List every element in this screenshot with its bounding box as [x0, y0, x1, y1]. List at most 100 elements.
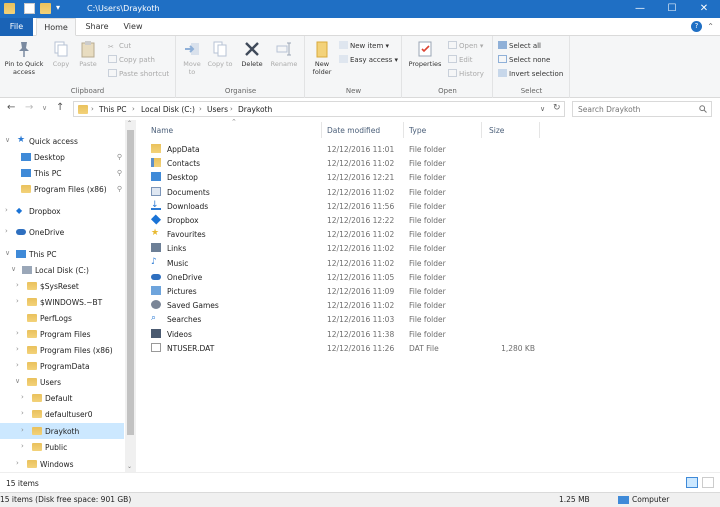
- new-item-button[interactable]: New item ▾: [339, 41, 389, 52]
- nav-scrollbar[interactable]: ⌃ ⌄: [125, 120, 136, 472]
- nav-folder-windows-bt[interactable]: › $WINDOWS.~BT: [0, 294, 124, 310]
- tab-share[interactable]: Share: [80, 18, 114, 36]
- nav-onedrive[interactable]: › OneDrive: [0, 224, 124, 240]
- breadcrumb-separator-icon[interactable]: ›: [132, 105, 135, 113]
- column-header-date[interactable]: Date modified: [327, 126, 380, 135]
- large-icons-view-icon[interactable]: [702, 477, 714, 488]
- nav-this-pc-pinned[interactable]: This PC ⚲: [0, 165, 124, 181]
- file-row[interactable]: Desktop 12/12/2016 12:21 File folder: [147, 170, 547, 184]
- nav-local-disk[interactable]: ∨ Local Disk (C:): [0, 262, 124, 278]
- help-icon[interactable]: ?: [691, 21, 702, 32]
- file-row[interactable]: Contacts 12/12/2016 11:02 File folder: [147, 156, 547, 170]
- file-row[interactable]: OneDrive 12/12/2016 11:05 File folder: [147, 270, 547, 284]
- select-all-button[interactable]: Select all: [498, 41, 541, 52]
- search-box[interactable]: [572, 101, 712, 117]
- nav-folder-users[interactable]: ∨ Users: [0, 374, 124, 390]
- search-input[interactable]: [578, 103, 698, 115]
- select-none-button[interactable]: Select none: [498, 55, 550, 66]
- file-row[interactable]: NTUSER.DAT 12/12/2016 11:26 DAT File 1,280 …: [147, 341, 547, 355]
- chevron-right-icon[interactable]: ›: [21, 409, 24, 417]
- chevron-down-icon[interactable]: ∨: [5, 136, 10, 144]
- nav-this-pc[interactable]: ∨ This PC: [0, 246, 124, 262]
- minimize-button[interactable]: —: [624, 0, 656, 18]
- maximize-button[interactable]: ☐: [656, 0, 688, 18]
- move-to-button[interactable]: Move to: [179, 40, 205, 76]
- chevron-right-icon[interactable]: ›: [16, 361, 19, 369]
- ribbon-collapse-icon[interactable]: ⌃: [707, 22, 714, 31]
- address-dropdown-icon[interactable]: ∨: [540, 105, 545, 113]
- details-view-icon[interactable]: [686, 477, 698, 488]
- cut-button[interactable]: ✂ Cut: [108, 41, 131, 52]
- properties-button[interactable]: Properties: [405, 40, 445, 68]
- file-row[interactable]: Pictures 12/12/2016 11:09 File folder: [147, 284, 547, 298]
- rename-button[interactable]: Rename: [269, 40, 299, 68]
- pin-quick-access-button[interactable]: Pin to Quick access: [2, 40, 46, 76]
- scroll-down-icon[interactable]: ⌄: [127, 463, 132, 470]
- history-button[interactable]: History: [448, 69, 484, 80]
- up-arrow-icon[interactable]: ↑: [56, 102, 64, 113]
- recent-locations-icon[interactable]: ∨: [42, 104, 47, 112]
- file-row[interactable]: Dropbox 12/12/2016 12:22 File folder: [147, 213, 547, 227]
- column-divider[interactable]: [539, 122, 540, 138]
- column-header-size[interactable]: Size: [489, 126, 504, 135]
- nav-folder-windows[interactable]: › Windows: [0, 456, 124, 472]
- column-divider[interactable]: [321, 122, 322, 138]
- file-row[interactable]: ↓ Downloads 12/12/2016 11:56 File folder: [147, 199, 547, 213]
- column-header-name[interactable]: Name: [151, 126, 173, 135]
- chevron-down-icon[interactable]: ∨: [15, 377, 20, 385]
- chevron-right-icon[interactable]: ›: [5, 206, 8, 214]
- nav-program-files-x86-pinned[interactable]: Program Files (x86) ⚲: [0, 181, 124, 197]
- tab-file[interactable]: File: [0, 18, 33, 36]
- nav-folder-perflogs[interactable]: PerfLogs: [0, 310, 124, 326]
- search-icon[interactable]: [699, 105, 707, 113]
- column-header-type[interactable]: Type: [409, 126, 426, 135]
- nav-folder-draykoth[interactable]: › Draykoth: [0, 423, 124, 439]
- breadcrumb-separator-icon[interactable]: ›: [91, 105, 94, 113]
- chevron-right-icon[interactable]: ›: [5, 227, 8, 235]
- close-button[interactable]: ✕: [688, 0, 720, 18]
- file-row[interactable]: Documents 12/12/2016 11:02 File folder: [147, 185, 547, 199]
- delete-button[interactable]: Delete: [239, 40, 265, 68]
- chevron-right-icon[interactable]: ›: [16, 345, 19, 353]
- nav-folder-defaultuser0[interactable]: › defaultuser0: [0, 406, 124, 422]
- chevron-right-icon[interactable]: ›: [16, 329, 19, 337]
- tab-home[interactable]: Home: [36, 18, 76, 36]
- chevron-right-icon[interactable]: ›: [16, 459, 19, 467]
- breadcrumb-users[interactable]: Users: [207, 105, 228, 114]
- breadcrumb-draykoth[interactable]: Draykoth: [238, 105, 272, 114]
- chevron-right-icon[interactable]: ›: [21, 426, 24, 434]
- chevron-right-icon[interactable]: ›: [21, 442, 24, 450]
- tab-view[interactable]: View: [117, 18, 149, 36]
- breadcrumb-separator-icon[interactable]: ›: [230, 105, 233, 113]
- file-row[interactable]: ★ Favourites 12/12/2016 11:02 File folder: [147, 227, 547, 241]
- new-folder-icon[interactable]: [40, 3, 51, 14]
- breadcrumb-this-pc[interactable]: This PC: [99, 105, 126, 114]
- invert-selection-button[interactable]: Invert selection: [498, 69, 563, 80]
- breadcrumb-local-disk[interactable]: Local Disk (C:): [141, 105, 195, 114]
- file-row[interactable]: Videos 12/12/2016 11:38 File folder: [147, 327, 547, 341]
- paste-button[interactable]: Paste: [76, 40, 100, 68]
- scroll-up-icon[interactable]: ⌃: [127, 120, 132, 127]
- paste-shortcut-button[interactable]: Paste shortcut: [108, 69, 169, 80]
- column-divider[interactable]: [481, 122, 482, 138]
- column-divider[interactable]: [403, 122, 404, 138]
- file-row[interactable]: ♪ Music 12/12/2016 11:02 File folder: [147, 256, 547, 270]
- edit-button[interactable]: Edit: [448, 55, 473, 66]
- nav-folder-programdata[interactable]: › ProgramData: [0, 358, 124, 374]
- nav-folder-sysreset[interactable]: › $SysReset: [0, 278, 124, 294]
- open-button[interactable]: Open ▾: [448, 41, 483, 52]
- new-folder-button[interactable]: New folder: [308, 40, 336, 76]
- file-row[interactable]: ⌕ Searches 12/12/2016 11:03 File folder: [147, 312, 547, 326]
- breadcrumb-separator-icon[interactable]: ›: [199, 105, 202, 113]
- nav-dropbox[interactable]: › ◆ Dropbox: [0, 203, 124, 219]
- nav-desktop-pinned[interactable]: Desktop ⚲: [0, 149, 124, 165]
- copy-button[interactable]: Copy: [50, 40, 72, 68]
- scrollbar-thumb[interactable]: [127, 130, 134, 435]
- refresh-icon[interactable]: ↻: [553, 103, 561, 113]
- nav-folder-default[interactable]: › Default: [0, 390, 124, 406]
- chevron-down-icon[interactable]: ∨: [11, 265, 16, 273]
- chevron-down-icon[interactable]: ∨: [5, 249, 10, 257]
- qat-dropdown-icon[interactable]: ▾: [56, 3, 60, 12]
- nav-folder-public[interactable]: › Public: [0, 439, 124, 455]
- chevron-right-icon[interactable]: ›: [21, 393, 24, 401]
